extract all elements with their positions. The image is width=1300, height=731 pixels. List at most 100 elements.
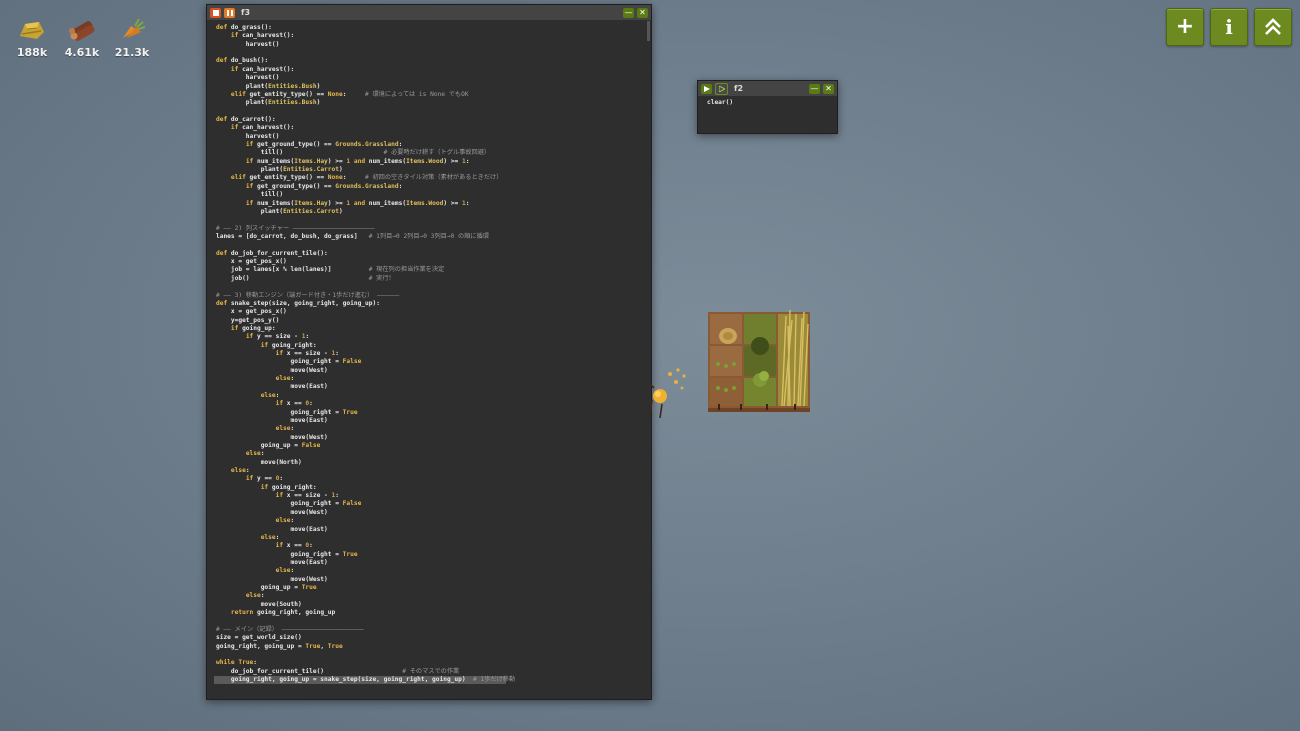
step-button[interactable] xyxy=(715,82,728,95)
code-line: going_right = False xyxy=(216,358,362,366)
close-button[interactable]: ✕ xyxy=(823,83,834,94)
code-line: else: xyxy=(275,375,295,383)
code-line: else: xyxy=(275,517,295,525)
code-line: move(South) xyxy=(216,600,302,608)
code-line: going_right = False xyxy=(216,500,362,508)
close-button[interactable]: ✕ xyxy=(637,7,648,18)
code-line: if can_harvest(): xyxy=(230,65,295,73)
code-line: till() xyxy=(216,191,284,199)
code-line: till() # 必要時だけ耕す（トグル事故回避） xyxy=(216,149,491,157)
code-line: if y == size - 1: xyxy=(245,333,310,341)
code-line: plant(Entities.Bush) xyxy=(216,99,321,107)
code-line: lanes = [do_carrot, do_bush, do_grass] #… xyxy=(216,232,489,240)
step-icon xyxy=(718,85,725,92)
wood-icon xyxy=(66,14,98,44)
farm-field[interactable] xyxy=(706,306,812,414)
code-line: # —— 2) 列スイッチャー —————————————————————— xyxy=(216,224,375,232)
code-line: elif get_entity_type() == None: # 初回の空きタ… xyxy=(230,174,503,182)
code-line: else: xyxy=(260,391,280,399)
code-line: if can_harvest(): xyxy=(230,124,295,132)
code-line: clear() xyxy=(707,99,734,106)
plus-icon: + xyxy=(1175,14,1195,39)
code-line: # —— 3) 移動エンジン（端ガード付き・1歩だけ進む） —————— xyxy=(216,291,400,299)
code-line: if num_items(Items.Hay) >= 1 and num_ite… xyxy=(245,199,470,207)
code-line: else: xyxy=(245,450,265,458)
code-line: harvest() xyxy=(216,40,280,48)
code-line: going_up = False xyxy=(216,441,321,449)
code-line: if x == 0: xyxy=(275,400,313,408)
wood-count: 4.61k xyxy=(64,46,100,59)
scrollbar[interactable] xyxy=(647,21,650,41)
code-line: def snake_step(size, going_right, going_… xyxy=(216,299,380,307)
minimize-icon: — xyxy=(624,8,633,17)
window-title: f2 xyxy=(734,84,744,93)
drone-character xyxy=(649,368,686,418)
code-line: move(North) xyxy=(216,458,302,466)
add-button[interactable]: + xyxy=(1166,8,1204,46)
code-line: x = get_pos_x() xyxy=(216,308,287,316)
carrot-count: 21.3k xyxy=(114,46,150,59)
code-line: going_right, going_up = True, True xyxy=(216,642,343,650)
code-editor[interactable]: def do_grass(): if can_harvest(): harves… xyxy=(207,20,651,685)
minimize-icon: — xyxy=(810,84,819,93)
code-line: move(East) xyxy=(216,525,328,533)
code-line: if can_harvest(): xyxy=(230,32,295,40)
double-chevron-up-icon xyxy=(1265,18,1281,35)
code-line: size = get_world_size() xyxy=(216,634,302,642)
run-button[interactable] xyxy=(701,83,712,94)
stop-button[interactable] xyxy=(210,7,221,18)
code-window-f2[interactable]: f2 — ✕ clear() xyxy=(697,80,838,134)
info-icon: i xyxy=(1225,15,1233,39)
code-line: while True: xyxy=(216,659,258,667)
minimize-button[interactable]: — xyxy=(623,7,634,18)
code-line: move(West) xyxy=(216,433,328,441)
bush xyxy=(751,337,769,355)
window-titlebar[interactable]: f3 — ✕ xyxy=(207,5,651,20)
code-line: going_up = True xyxy=(216,584,317,592)
code-line: if going_right: xyxy=(260,341,317,349)
code-line: else: xyxy=(245,592,265,600)
window-titlebar[interactable]: f2 — ✕ xyxy=(698,81,837,96)
upgrade-button[interactable] xyxy=(1254,8,1292,46)
close-icon: ✕ xyxy=(825,84,832,93)
tile-carrot xyxy=(710,346,742,376)
info-button[interactable]: i xyxy=(1210,8,1248,46)
pause-icon xyxy=(226,9,233,16)
code-line: move(East) xyxy=(216,383,328,391)
close-icon: ✕ xyxy=(639,8,646,17)
play-icon xyxy=(703,85,710,92)
code-line: going_right = True xyxy=(216,550,358,558)
code-line: move(East) xyxy=(216,559,328,566)
code-line: def do_bush(): xyxy=(216,57,269,65)
code-line: else: xyxy=(275,567,295,575)
code-line: # —— メイン（記録） —————————————————————— xyxy=(216,625,364,633)
code-line: plant(Entities.Carrot) xyxy=(216,207,343,215)
code-editor[interactable]: clear() xyxy=(698,96,837,107)
code-line: if x == 0: xyxy=(275,542,313,550)
code-line: job = lanes[x % len(lanes)] # 現在列の担当作業を決… xyxy=(216,266,445,274)
code-line: going_right = True xyxy=(216,408,358,416)
hay-count: 188k xyxy=(16,46,48,59)
top-right-toolbar: + i xyxy=(1166,8,1292,46)
code-line: move(West) xyxy=(216,366,328,374)
code-line: move(West) xyxy=(216,508,328,516)
code-line: else: xyxy=(275,425,295,433)
resource-wood: 4.61k xyxy=(64,14,100,59)
code-line: going_right, going_up = snake_step(size,… xyxy=(214,676,516,685)
code-line: elif get_entity_type() == None: # 環境によって… xyxy=(230,90,469,98)
carrot-icon xyxy=(116,14,148,44)
code-window-f3[interactable]: f3 — ✕ def do_grass(): if can_harvest():… xyxy=(206,4,652,700)
code-line: if get_ground_type() == Grounds.Grasslan… xyxy=(245,182,403,190)
code-line: move(West) xyxy=(216,575,328,583)
resource-bar: 188k 4.61k 21.3k xyxy=(14,14,150,59)
minimize-button[interactable]: — xyxy=(809,83,820,94)
pause-button[interactable] xyxy=(224,7,235,18)
stop-icon xyxy=(212,9,219,16)
